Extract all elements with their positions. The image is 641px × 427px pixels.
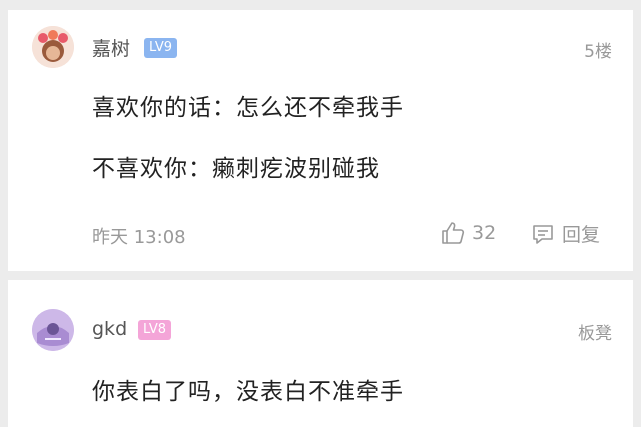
like-button[interactable]: 32 [440,220,496,246]
timestamp: 昨天 13:08 [92,227,186,248]
reply-button[interactable]: 回复 [530,220,600,247]
reply-label: 回复 [562,224,601,246]
comment-card: gkd LV8 板凳 你表白了吗，没表白不准牵手 [8,280,633,427]
comment-bubble-icon [530,221,556,247]
avatar[interactable] [32,26,74,68]
level-badge: LV8 [138,320,171,340]
floor-number: 5楼 [584,42,612,62]
comment-text: 喜欢你的话：怎么还不牵我手 [92,95,404,121]
thumbs-up-icon [440,220,466,246]
avatar[interactable] [32,309,74,351]
comment-text: 你表白了吗，没表白不准牵手 [92,379,404,405]
like-count: 32 [472,222,497,244]
comment-card: 嘉树 LV9 5楼 喜欢你的话：怎么还不牵我手 不喜欢你：癞刺疙波别碰我 昨天 … [8,10,633,271]
username[interactable]: gkd [92,318,127,340]
level-badge: LV9 [144,38,177,58]
comment-text: 不喜欢你：癞刺疙波别碰我 [92,156,380,182]
username[interactable]: 嘉树 [92,34,130,61]
floor-number: 板凳 [578,324,612,344]
